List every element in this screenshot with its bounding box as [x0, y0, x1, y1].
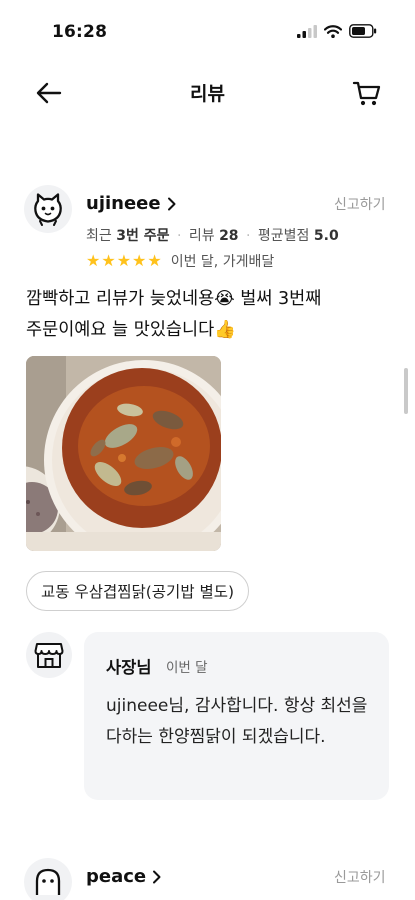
orders-value: 3번 주문	[116, 228, 170, 244]
cat-avatar-icon	[34, 193, 62, 226]
status-icons	[297, 24, 377, 38]
status-time: 16:28	[52, 22, 108, 42]
chevron-right-icon	[167, 197, 176, 210]
rating-row: ★ ★ ★ ★ ★ 이번 달, 가게배달	[86, 251, 274, 271]
avatar[interactable]	[24, 858, 72, 900]
owner-avatar	[26, 632, 72, 678]
avatar[interactable]	[24, 185, 72, 233]
scroll-indicator[interactable]	[404, 368, 408, 414]
username: ujineee	[86, 193, 161, 214]
star-icon: ★	[101, 251, 116, 270]
battery-icon	[349, 24, 377, 38]
store-icon	[34, 643, 64, 668]
avg-rating-value: 5.0	[313, 228, 339, 244]
star-icon: ★	[147, 251, 162, 270]
nav-header: 리뷰	[0, 62, 415, 122]
status-bar: 16:28	[0, 0, 415, 62]
report-button[interactable]: 신고하기	[334, 867, 386, 887]
reviews-value: 28	[219, 228, 239, 244]
orders-prefix: 최근	[86, 228, 112, 244]
review-photo[interactable]	[26, 356, 221, 551]
ghost-avatar-icon	[35, 868, 61, 895]
owner-reply: 사장님 이번 달 ujineee님, 감사합니다. 항상 최선을 다하는 한양찜…	[84, 632, 389, 800]
owner-reply-text: ujineee님, 감사합니다. 항상 최선을 다하는 한양찜닭이 되겠습니다.	[106, 696, 368, 747]
menu-chip[interactable]: 교동 우삼겹찜닭(공기밥 별도)	[26, 571, 250, 611]
signal-icon	[297, 24, 317, 38]
food-image	[26, 356, 221, 551]
reviewer-meta: 최근 3번 주문 · 리뷰 28 · 평균별점 5.0	[86, 228, 339, 244]
username-link[interactable]: ujineee	[86, 193, 177, 214]
report-button[interactable]: 신고하기	[334, 194, 386, 214]
username: peace	[86, 866, 147, 887]
star-icon: ★	[132, 251, 147, 270]
owner-reply-date: 이번 달	[166, 660, 208, 676]
chevron-right-icon	[153, 870, 161, 883]
review-date-channel: 이번 달, 가게배달	[170, 254, 275, 270]
review-text: 깜빡하고 리뷰가 늦었네용😭 벌써 3번째 주문이예요 늘 맛있습니다👍	[26, 289, 322, 340]
star-icon: ★	[86, 251, 101, 270]
owner-name: 사장님	[106, 658, 152, 677]
star-icon: ★	[116, 251, 132, 270]
username-link[interactable]: peace	[86, 866, 162, 887]
wifi-icon	[324, 24, 342, 38]
reviews-label: 리뷰	[188, 228, 215, 244]
avg-rating-label: 평균별점	[257, 228, 310, 244]
cart-icon[interactable]	[351, 77, 383, 109]
